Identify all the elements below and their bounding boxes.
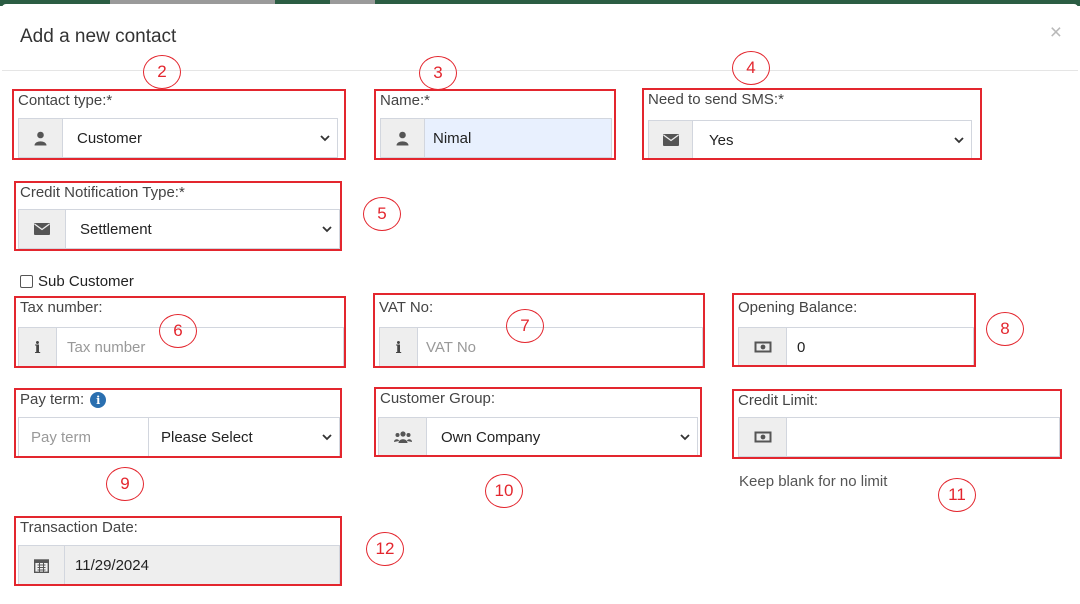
credit-limit-hint: Keep blank for no limit (739, 473, 888, 490)
annotation-number: 3 (419, 56, 457, 90)
annotation-number: 12 (366, 532, 404, 566)
annotation-number: 10 (485, 474, 523, 508)
sub-customer-label: Sub Customer (38, 273, 134, 290)
annotation-box (374, 387, 702, 457)
annotation-number: 4 (732, 51, 770, 85)
annotation-number: 8 (986, 312, 1024, 346)
checkbox-icon[interactable] (20, 275, 33, 288)
annotation-box (732, 293, 976, 367)
annotation-number: 6 (159, 314, 197, 348)
annotation-number: 9 (106, 467, 144, 501)
annotation-box (12, 89, 346, 160)
annotation-number: 5 (363, 197, 401, 231)
annotation-box (14, 516, 342, 586)
annotation-box (374, 89, 616, 160)
modal-title: Add a new contact (20, 26, 177, 47)
close-button[interactable]: × (1050, 22, 1062, 43)
annotation-number: 2 (143, 55, 181, 89)
annotation-box (14, 388, 342, 458)
annotation-number: 11 (938, 478, 976, 512)
annotation-number: 7 (506, 309, 544, 343)
annotation-box (14, 181, 342, 251)
annotation-box (642, 88, 982, 160)
annotation-box (732, 389, 1062, 459)
sub-customer-checkbox[interactable]: Sub Customer (20, 273, 134, 290)
